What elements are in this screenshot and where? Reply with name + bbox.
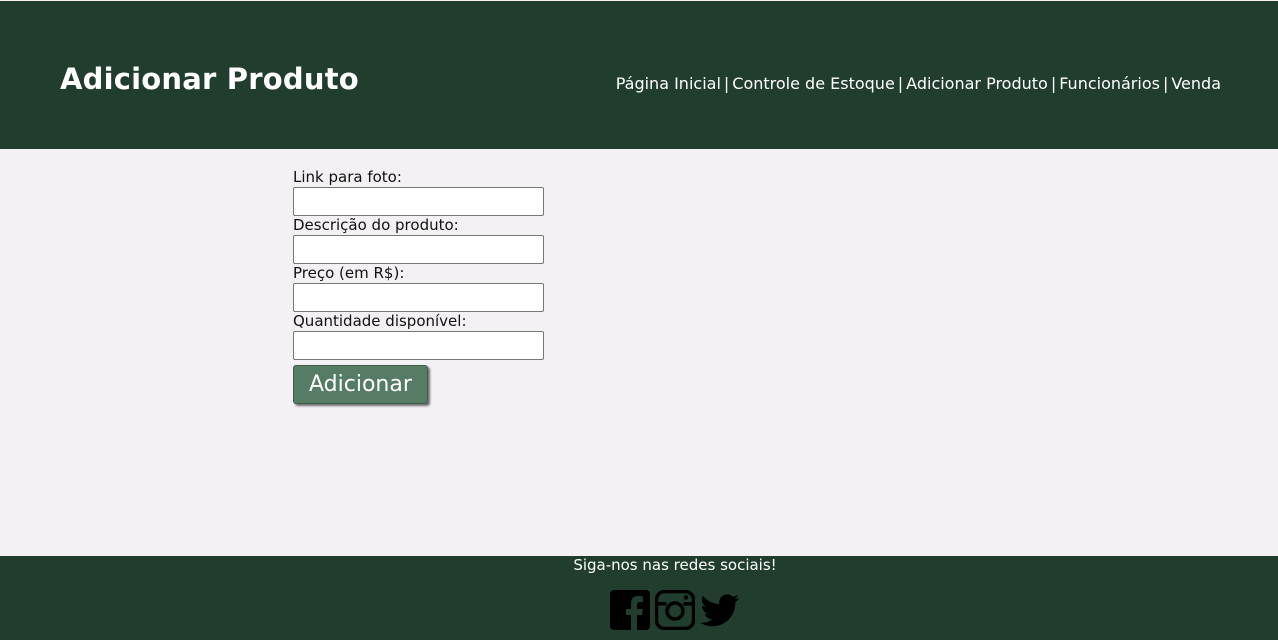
twitter-icon[interactable] bbox=[700, 590, 740, 630]
description-label: Descrição do produto: bbox=[293, 216, 459, 234]
site-header: Adicionar Produto Página Inicial | Control… bbox=[0, 1, 1278, 149]
nav-link-controle-de-estoque[interactable]: Controle de Estoque bbox=[732, 74, 895, 93]
social-links bbox=[610, 590, 740, 630]
nav-link-adicionar-produto[interactable]: Adicionar Produto bbox=[906, 74, 1048, 93]
nav-link-pagina-inicial[interactable]: Página Inicial bbox=[616, 74, 721, 93]
quantity-input[interactable] bbox=[293, 331, 544, 360]
photo-link-field-group: Link para foto: bbox=[293, 168, 693, 216]
nav-separator: | bbox=[723, 74, 730, 93]
price-input[interactable] bbox=[293, 283, 544, 312]
site-footer: Siga-nos nas redes sociais! bbox=[0, 556, 1278, 640]
instagram-icon[interactable] bbox=[655, 590, 695, 630]
main-nav: Página Inicial | Controle de Estoque | Adici… bbox=[616, 72, 1221, 96]
photo-link-label: Link para foto: bbox=[293, 168, 402, 186]
description-input[interactable] bbox=[293, 235, 544, 264]
price-label: Preço (em R$): bbox=[293, 264, 405, 282]
add-product-form: Link para foto: Descrição do produto: Pr… bbox=[293, 168, 693, 404]
nav-separator: | bbox=[897, 74, 904, 93]
price-field-group: Preço (em R$): bbox=[293, 264, 693, 312]
footer-text: Siga-nos nas redes sociais! bbox=[573, 556, 777, 574]
facebook-icon[interactable] bbox=[610, 590, 650, 630]
nav-link-venda[interactable]: Venda bbox=[1171, 74, 1221, 93]
nav-link-funcionarios[interactable]: Funcionários bbox=[1059, 74, 1160, 93]
page: Adicionar Produto Página Inicial | Control… bbox=[0, 0, 1278, 640]
add-button[interactable]: Adicionar bbox=[293, 365, 428, 404]
nav-separator: | bbox=[1162, 74, 1169, 93]
nav-separator: | bbox=[1050, 74, 1057, 93]
photo-link-input[interactable] bbox=[293, 187, 544, 216]
description-field-group: Descrição do produto: bbox=[293, 216, 693, 264]
page-title: Adicionar Produto bbox=[60, 62, 359, 96]
quantity-label: Quantidade disponível: bbox=[293, 312, 467, 330]
quantity-field-group: Quantidade disponível: bbox=[293, 312, 693, 360]
